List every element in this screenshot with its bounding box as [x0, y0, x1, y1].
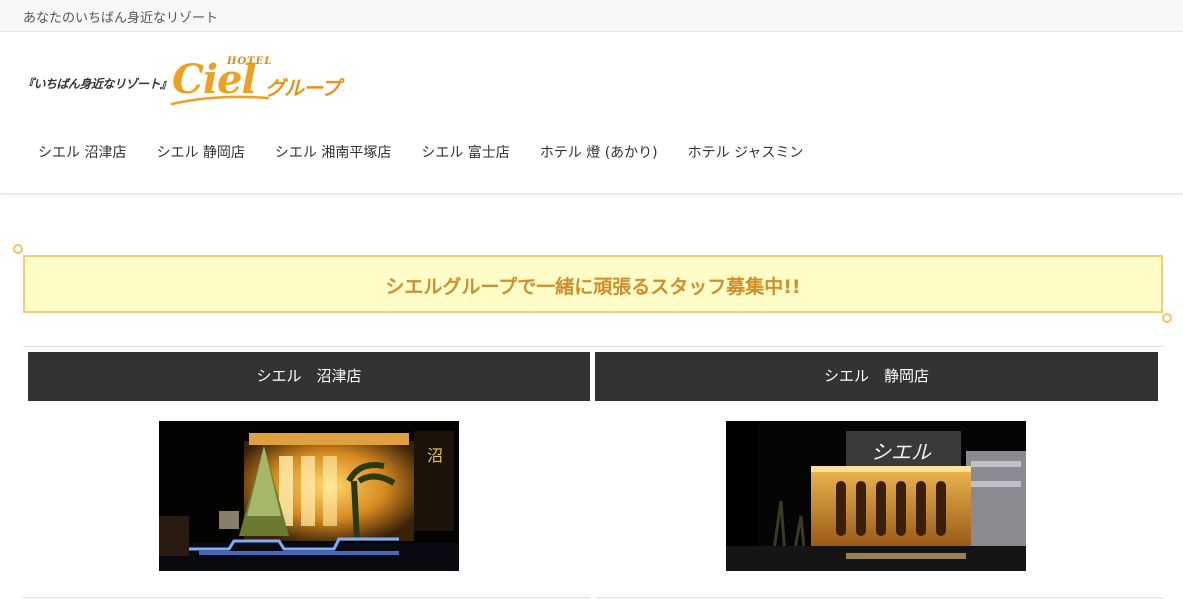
divider [23, 346, 1163, 347]
site-tagline: あなたのいちばん身近なリゾート [23, 11, 219, 26]
nav-item-shonan-hiratsuka[interactable]: シエル 湘南平塚店 [260, 143, 406, 163]
logo-prefix: 『いちばん身近なリゾート』 [22, 77, 172, 91]
top-bar: あなたのいちばん身近なリゾート [0, 0, 1183, 32]
numazu-hotel-image: 沼 [159, 421, 459, 571]
numazu-hotel-photo[interactable]: 沼 [159, 421, 459, 571]
site-header: 『いちばん身近なリゾート』 Ciel HOTEL グループ シエル 沼津店 シエ… [0, 32, 1183, 194]
shizuoka-hotel-image: シエル [726, 421, 1026, 571]
logo-hotel: HOTEL [227, 56, 273, 67]
store-heading-shizuoka: シエル 静岡店 [595, 352, 1158, 401]
svg-text:沼: 沼 [427, 446, 443, 465]
store-heading-numazu: シエル 沼津店 [28, 352, 590, 401]
decor-circle-icon [1162, 313, 1172, 323]
logo-swoosh-icon [170, 95, 270, 106]
logo-group: グループ [265, 76, 341, 100]
decor-circle-icon [13, 244, 23, 254]
nav-item-numazu[interactable]: シエル 沼津店 [23, 143, 141, 163]
divider [23, 597, 590, 598]
nav-item-shizuoka[interactable]: シエル 静岡店 [141, 143, 259, 163]
nav-item-fuji[interactable]: シエル 富士店 [406, 143, 524, 163]
recruit-banner: シエルグループで一緒に頑張るスタッフ募集中!! [23, 255, 1163, 313]
nav-item-jasmine[interactable]: ホテル ジャスミン [673, 143, 819, 163]
main-nav: シエル 沼津店 シエル 静岡店 シエル 湘南平塚店 シエル 富士店 ホテル 燈 … [23, 143, 818, 163]
shizuoka-hotel-photo[interactable]: シエル [726, 421, 1026, 571]
divider [595, 597, 1163, 598]
nav-item-akari[interactable]: ホテル 燈 (あかり) [525, 143, 673, 163]
site-logo[interactable]: 『いちばん身近なリゾート』 Ciel HOTEL グループ [22, 56, 352, 114]
recruit-title: シエルグループで一緒に頑張るスタッフ募集中!! [385, 276, 801, 298]
svg-text:シエル: シエル [871, 440, 932, 464]
